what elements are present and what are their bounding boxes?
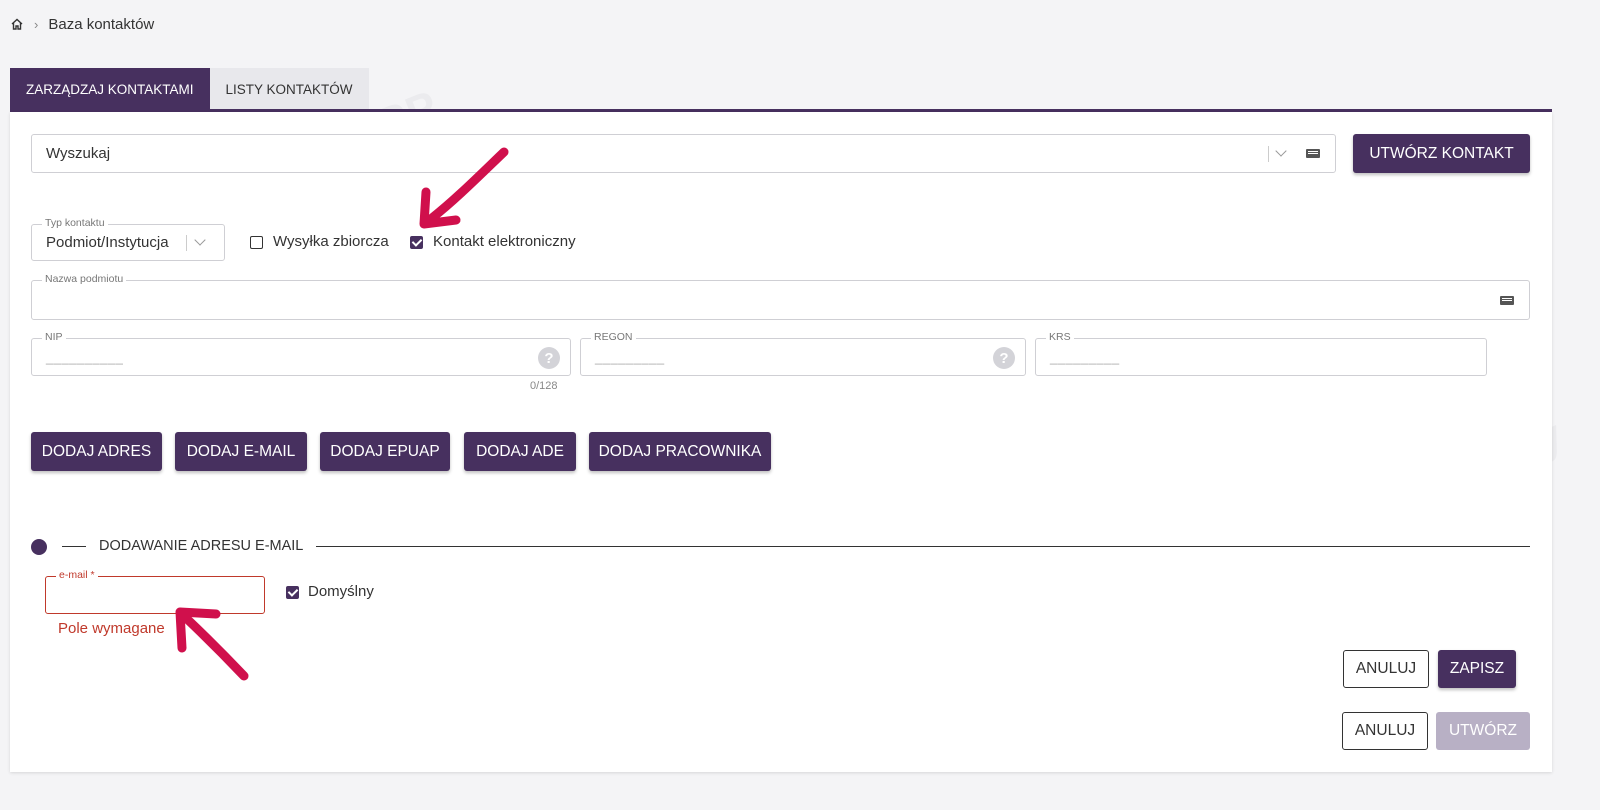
home-icon[interactable] — [10, 17, 24, 31]
annotation-arrow-icon — [175, 607, 249, 681]
help-icon[interactable]: ? — [993, 347, 1015, 369]
regon-mask: _________ — [595, 350, 665, 365]
bulk-shipping-label[interactable]: Wysyłka zbiorcza — [273, 233, 389, 250]
regon-label: REGON — [591, 331, 636, 343]
search-input[interactable]: Wyszukaj — [31, 134, 1336, 173]
tab-manage-contacts[interactable]: ZARZĄDZAJ KONTAKTAMI — [10, 68, 210, 110]
keyboard-icon[interactable] — [1500, 296, 1514, 305]
annotation-arrow-icon — [419, 147, 509, 229]
add-epuap-button[interactable]: DODAJ EPUAP — [320, 432, 450, 471]
section-dot — [31, 539, 47, 555]
entity-name-input[interactable]: Nazwa podmiotu — [31, 273, 1530, 320]
help-icon[interactable]: ? — [538, 347, 560, 369]
bulk-shipping-checkbox[interactable] — [250, 236, 263, 249]
separator — [1268, 146, 1269, 162]
add-ade-button[interactable]: DODAJ ADE — [464, 432, 576, 471]
contact-type-value: Podmiot/Instytucja — [46, 234, 169, 251]
entity-name-label: Nazwa podmiotu — [42, 273, 127, 285]
regon-input[interactable]: REGON _________ ? — [580, 331, 1026, 376]
default-label[interactable]: Domyślny — [308, 583, 374, 600]
tab-contact-lists[interactable]: LISTY KONTAKTÓW — [209, 68, 369, 110]
add-employee-button[interactable]: DODAJ PRACOWNIKA — [589, 432, 771, 471]
email-label: e-mail * — [56, 569, 98, 581]
nip-input[interactable]: NIP __________ ? — [31, 331, 571, 376]
krs-input[interactable]: KRS _________ — [1035, 331, 1487, 376]
add-email-button[interactable]: DODAJ E-MAIL — [175, 432, 307, 471]
create-contact-button[interactable]: UTWÓRZ KONTAKT — [1353, 134, 1530, 173]
nip-label: NIP — [42, 331, 66, 343]
krs-label: KRS — [1046, 331, 1074, 343]
krs-mask: _________ — [1050, 350, 1120, 365]
tab-bar: ZARZĄDZAJ KONTAKTAMI LISTY KONTAKTÓW — [10, 68, 369, 110]
contact-type-select[interactable]: Typ kontaktu Podmiot/Instytucja — [31, 217, 225, 261]
breadcrumb: › Baza kontaktów — [10, 14, 154, 34]
email-error-message: Pole wymagane — [58, 620, 165, 637]
email-section-title: DODAWANIE ADRESU E-MAIL — [99, 538, 304, 554]
keyboard-icon[interactable] — [1306, 149, 1320, 158]
nip-mask: __________ — [46, 350, 124, 365]
chevron-down-icon[interactable] — [1275, 145, 1287, 157]
create-button: UTWÓRZ — [1436, 712, 1530, 750]
chevron-down-icon[interactable] — [194, 234, 206, 246]
nip-counter: 0/128 — [530, 380, 558, 392]
breadcrumb-separator: › — [34, 16, 39, 32]
divider — [316, 546, 1530, 547]
save-email-button[interactable]: ZAPISZ — [1438, 650, 1516, 688]
add-address-button[interactable]: DODAJ ADRES — [31, 432, 162, 471]
cancel-email-button[interactable]: ANULUJ — [1343, 650, 1429, 688]
divider — [62, 546, 86, 547]
search-value: Wyszukaj — [46, 145, 111, 162]
breadcrumb-current: Baza kontaktów — [48, 15, 155, 33]
separator — [186, 235, 187, 251]
cancel-button[interactable]: ANULUJ — [1342, 712, 1428, 750]
default-checkbox[interactable] — [286, 586, 299, 599]
